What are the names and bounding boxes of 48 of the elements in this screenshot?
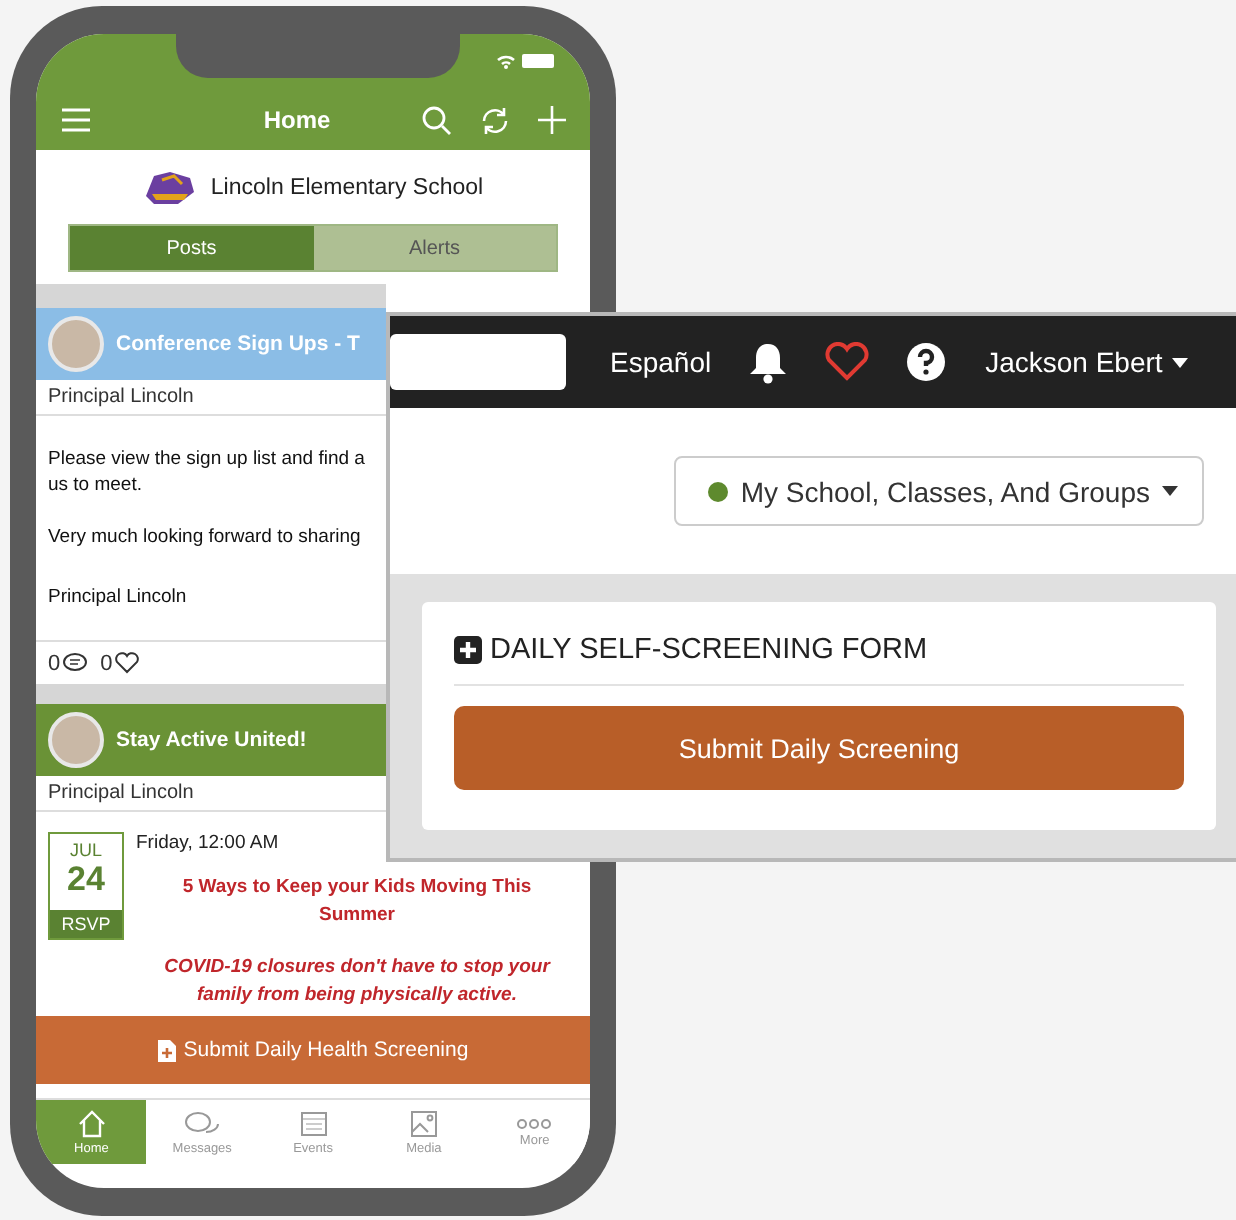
search-icon[interactable] <box>422 105 452 135</box>
document-icon <box>157 1039 176 1061</box>
logo-icon <box>142 168 199 208</box>
post-text: Principal Lincoln <box>48 584 189 610</box>
like-count: 0 <box>100 651 113 675</box>
post-title: Conference Sign Ups - T <box>116 332 360 356</box>
form-title: DAILY SELF-SCREENING FORM <box>490 634 928 666</box>
screening-button[interactable]: Submit Daily Health Screening <box>36 1016 590 1084</box>
language-link[interactable]: Español <box>610 346 712 378</box>
post-header[interactable]: Stay Active United! <box>36 704 386 776</box>
image-icon <box>409 1109 438 1137</box>
post-text: Very much looking forward to sharing <box>48 524 363 550</box>
screen-title: Home <box>261 106 333 134</box>
event-time: Friday, 12:00 AM <box>136 832 281 854</box>
heart-icon[interactable] <box>823 342 870 382</box>
event-text: COVID-19 closures don't have to stop your family from being physically active. <box>162 954 553 1010</box>
heart-icon <box>114 652 141 674</box>
post-text: us to meet. <box>48 472 144 498</box>
calendar-icon <box>299 1109 328 1137</box>
caret-icon <box>1172 357 1189 367</box>
user-menu[interactable]: Jackson Ebert <box>985 346 1189 378</box>
plus-icon[interactable] <box>538 106 566 134</box>
dots-icon <box>516 1117 553 1129</box>
menu-icon[interactable] <box>60 108 92 132</box>
event-day: 24 <box>67 860 105 900</box>
group-dropdown[interactable]: My School, Classes, And Groups <box>674 456 1204 526</box>
comment-icon <box>62 652 89 674</box>
help-icon[interactable] <box>905 342 946 382</box>
post-header[interactable]: Conference Sign Ups - T <box>36 308 386 380</box>
tab[interactable]: Posts <box>70 226 313 270</box>
event-headline: 5 Ways to Keep your Kids Moving This Summer <box>180 874 534 930</box>
post-text: Please view the sign up list and find a <box>48 446 367 472</box>
rsvp-link[interactable]: RSVP <box>50 910 122 938</box>
caret-icon <box>1162 486 1178 496</box>
house-icon <box>75 1109 108 1137</box>
bell-icon[interactable] <box>747 341 788 383</box>
submit-button[interactable]: Submit Daily Screening <box>454 706 1184 790</box>
school-name: Lincoln Elementary School <box>210 176 484 200</box>
avatar <box>48 712 104 768</box>
chat-bubbles-icon <box>184 1109 221 1137</box>
tab[interactable]: Alerts <box>313 226 556 270</box>
search-field[interactable] <box>390 334 566 390</box>
refresh-icon[interactable] <box>480 105 510 135</box>
post-title: Stay Active United! <box>116 728 307 752</box>
event-month: JUL <box>69 840 102 860</box>
plus-square-icon <box>454 636 482 664</box>
comment-count: 0 <box>48 651 61 675</box>
avatar <box>48 316 104 372</box>
